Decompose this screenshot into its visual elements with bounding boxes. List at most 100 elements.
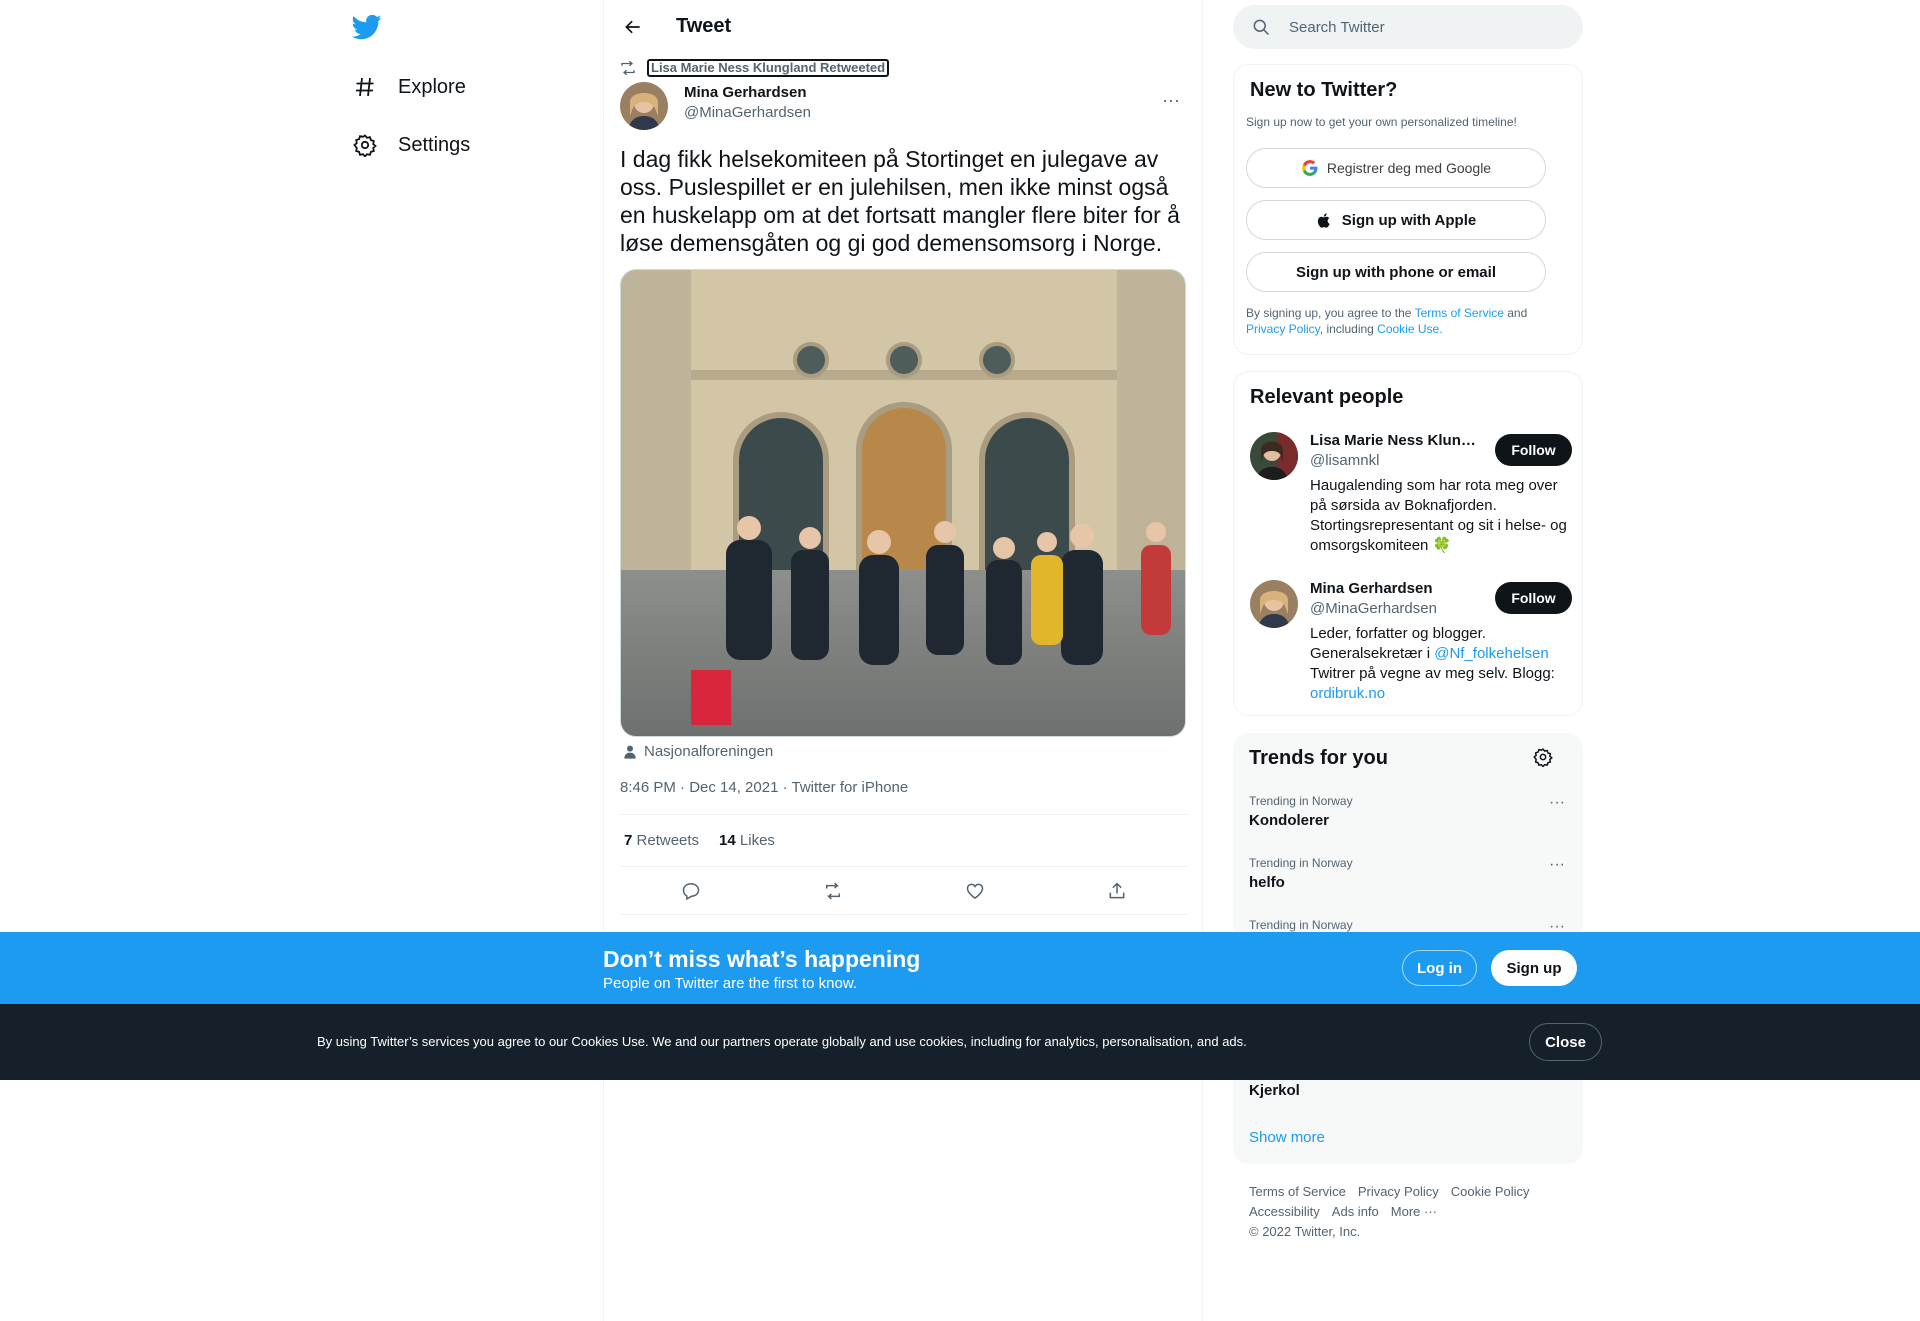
signup-banner-subheading: People on Twitter are the first to know. [603, 975, 858, 992]
cookie-use-link[interactable]: Cookie Use. [1377, 322, 1442, 336]
trend-item[interactable]: Trending in Norway helfo ··· [1249, 856, 1569, 908]
cookie-banner-text: By using Twitter’s services you agree to… [317, 1034, 1247, 1049]
follow-button[interactable]: Follow [1495, 434, 1572, 466]
tweet-source[interactable]: Twitter for iPhone [792, 779, 909, 796]
footer-more-link[interactable]: More ··· [1391, 1204, 1437, 1219]
more-options-button[interactable]: ··· [1154, 86, 1188, 114]
person-item[interactable]: Lisa Marie Ness Klungland @lisamnkl Foll… [1250, 432, 1572, 562]
follow-label: Follow [1511, 442, 1556, 458]
retweet-indicator: Lisa Marie Ness Klungland Retweeted [619, 59, 890, 77]
search-box[interactable] [1233, 5, 1583, 49]
terms-link[interactable]: Terms of Service [1415, 306, 1504, 320]
google-icon [1301, 159, 1319, 177]
apple-signup-label: Sign up with Apple [1341, 211, 1477, 229]
signup-banner-heading: Don’t miss what’s happening [603, 946, 921, 972]
retweet-button[interactable] [816, 874, 850, 908]
retweet-icon [621, 60, 635, 76]
person-item[interactable]: Mina Gerhardsen @MinaGerhardsen Follow L… [1250, 580, 1572, 710]
likes-count: 14 [719, 832, 736, 849]
trend-more-icon[interactable]: ··· [1545, 856, 1569, 874]
new-to-twitter-card: New to Twitter? Sign up now to get your … [1233, 64, 1583, 355]
cookie-close-button[interactable]: Close [1529, 1023, 1602, 1061]
bio-blog-link[interactable]: ordibruk.no [1310, 685, 1385, 702]
tagged-users[interactable]: Nasjonalforeningen [622, 743, 773, 760]
gear-icon [352, 132, 378, 158]
google-signup-label: Registrer deg med Google [1326, 160, 1492, 176]
back-button[interactable] [616, 10, 650, 44]
tweet-meta: 8:46 PM · Dec 14, 2021 · Twitter for iPh… [620, 779, 908, 796]
relevant-people-card: Relevant people Lisa Marie Ness Klunglan… [1233, 371, 1583, 716]
trends-title: Trends for you [1249, 747, 1388, 769]
tweet-timestamp[interactable]: 8:46 PM · Dec 14, 2021 [620, 779, 778, 796]
follow-button[interactable]: Follow [1495, 582, 1572, 614]
trend-name: helfo [1249, 874, 1285, 891]
signup-button[interactable]: Sign up [1491, 950, 1577, 986]
main-column: Tweet Lisa Marie Ness Klungland Retweete… [603, 0, 1203, 1321]
retweeted-by-link[interactable]: Lisa Marie Ness Klungland Retweeted [647, 59, 890, 77]
like-button[interactable] [958, 874, 992, 908]
gear-icon [1533, 748, 1553, 768]
retweets-stat[interactable]: 7 Retweets [624, 832, 699, 849]
google-signup-button[interactable]: Registrer deg med Google [1246, 148, 1546, 188]
share-button[interactable] [1100, 874, 1134, 908]
new-to-twitter-title: New to Twitter? [1250, 79, 1398, 101]
heart-icon [966, 883, 984, 899]
footer-cookie-link[interactable]: Cookie Policy [1451, 1184, 1530, 1199]
trend-item[interactable]: Trending in Norway Kondolerer ··· [1249, 794, 1569, 846]
login-button[interactable]: Log in [1402, 950, 1477, 986]
footer-privacy-link[interactable]: Privacy Policy [1358, 1184, 1439, 1199]
signup-banner: Don’t miss what’s happening People on Tw… [0, 932, 1920, 1004]
author-handle[interactable]: @MinaGerhardsen [684, 104, 811, 121]
tweet-author: Mina Gerhardsen @MinaGerhardsen ··· [620, 82, 1188, 130]
tweet-photo[interactable] [620, 269, 1186, 737]
tweet-text: I dag fikk helsekomiteen på Stortinget e… [620, 146, 1180, 256]
meta-separator: · [778, 779, 792, 796]
legal-text-1: By signing up, you agree to the [1246, 306, 1415, 320]
retweet-icon [826, 882, 840, 899]
person-icon [624, 745, 636, 759]
reply-icon [682, 882, 700, 900]
bio-mention-link[interactable]: @Nf_folkehelsen [1434, 645, 1548, 662]
arrow-left-icon [625, 20, 640, 34]
footer-accessibility-link[interactable]: Accessibility [1249, 1204, 1320, 1219]
footer-terms-link[interactable]: Terms of Service [1249, 1184, 1346, 1199]
person-handle[interactable]: @lisamnkl [1310, 452, 1379, 469]
twitter-logo-icon[interactable] [351, 12, 382, 42]
nav-settings-label: Settings [398, 133, 471, 156]
legal-text-2: and [1503, 306, 1528, 320]
show-more-link[interactable]: Show more [1249, 1129, 1325, 1146]
trend-more-icon[interactable]: ··· [1545, 794, 1569, 812]
person-bio: Haugalending som har rota meg over på sø… [1310, 477, 1567, 554]
privacy-link[interactable]: Privacy Policy [1246, 322, 1320, 336]
hashtag-icon [352, 74, 378, 100]
retweets-label: Retweets [636, 832, 700, 849]
person-handle[interactable]: @MinaGerhardsen [1310, 600, 1437, 617]
page-title: Tweet [676, 15, 732, 37]
phone-email-signup-button[interactable]: Sign up with phone or email [1246, 252, 1546, 292]
person-name[interactable]: Mina Gerhardsen [1310, 580, 1480, 597]
search-input[interactable] [1289, 18, 1569, 36]
apple-signup-button[interactable]: Sign up with Apple [1246, 200, 1546, 240]
legal-text-3: , including [1319, 322, 1378, 336]
footer-copyright: © 2022 Twitter, Inc. [1249, 1224, 1361, 1239]
reply-button[interactable] [674, 874, 708, 908]
likes-stat[interactable]: 14 Likes [719, 832, 775, 849]
more-icon: ··· [1162, 89, 1180, 110]
nav-settings[interactable]: Settings [352, 121, 470, 169]
person-name[interactable]: Lisa Marie Ness Klungland [1310, 432, 1480, 449]
share-icon [1109, 881, 1125, 898]
apple-icon [1316, 211, 1334, 229]
author-avatar[interactable] [620, 82, 668, 130]
footer-links: Terms of Service Privacy Policy Cookie Pol… [1249, 1182, 1569, 1242]
footer-ads-link[interactable]: Ads info [1332, 1204, 1379, 1219]
avatar[interactable] [1250, 432, 1298, 480]
trend-context: Trending in Norway [1249, 856, 1353, 870]
retweets-count: 7 [624, 832, 633, 849]
trends-settings-button[interactable] [1533, 747, 1555, 769]
author-name[interactable]: Mina Gerhardsen [684, 84, 807, 101]
tagged-user-name: Nasjonalforeningen [644, 743, 774, 760]
nav-explore[interactable]: Explore [352, 63, 466, 111]
avatar[interactable] [1250, 580, 1298, 628]
person-bio: Leder, forfatter og blogger. Generalsekr… [1310, 624, 1572, 704]
bio-text-2: Twitrer på vegne av meg selv. Blogg: [1310, 665, 1555, 682]
